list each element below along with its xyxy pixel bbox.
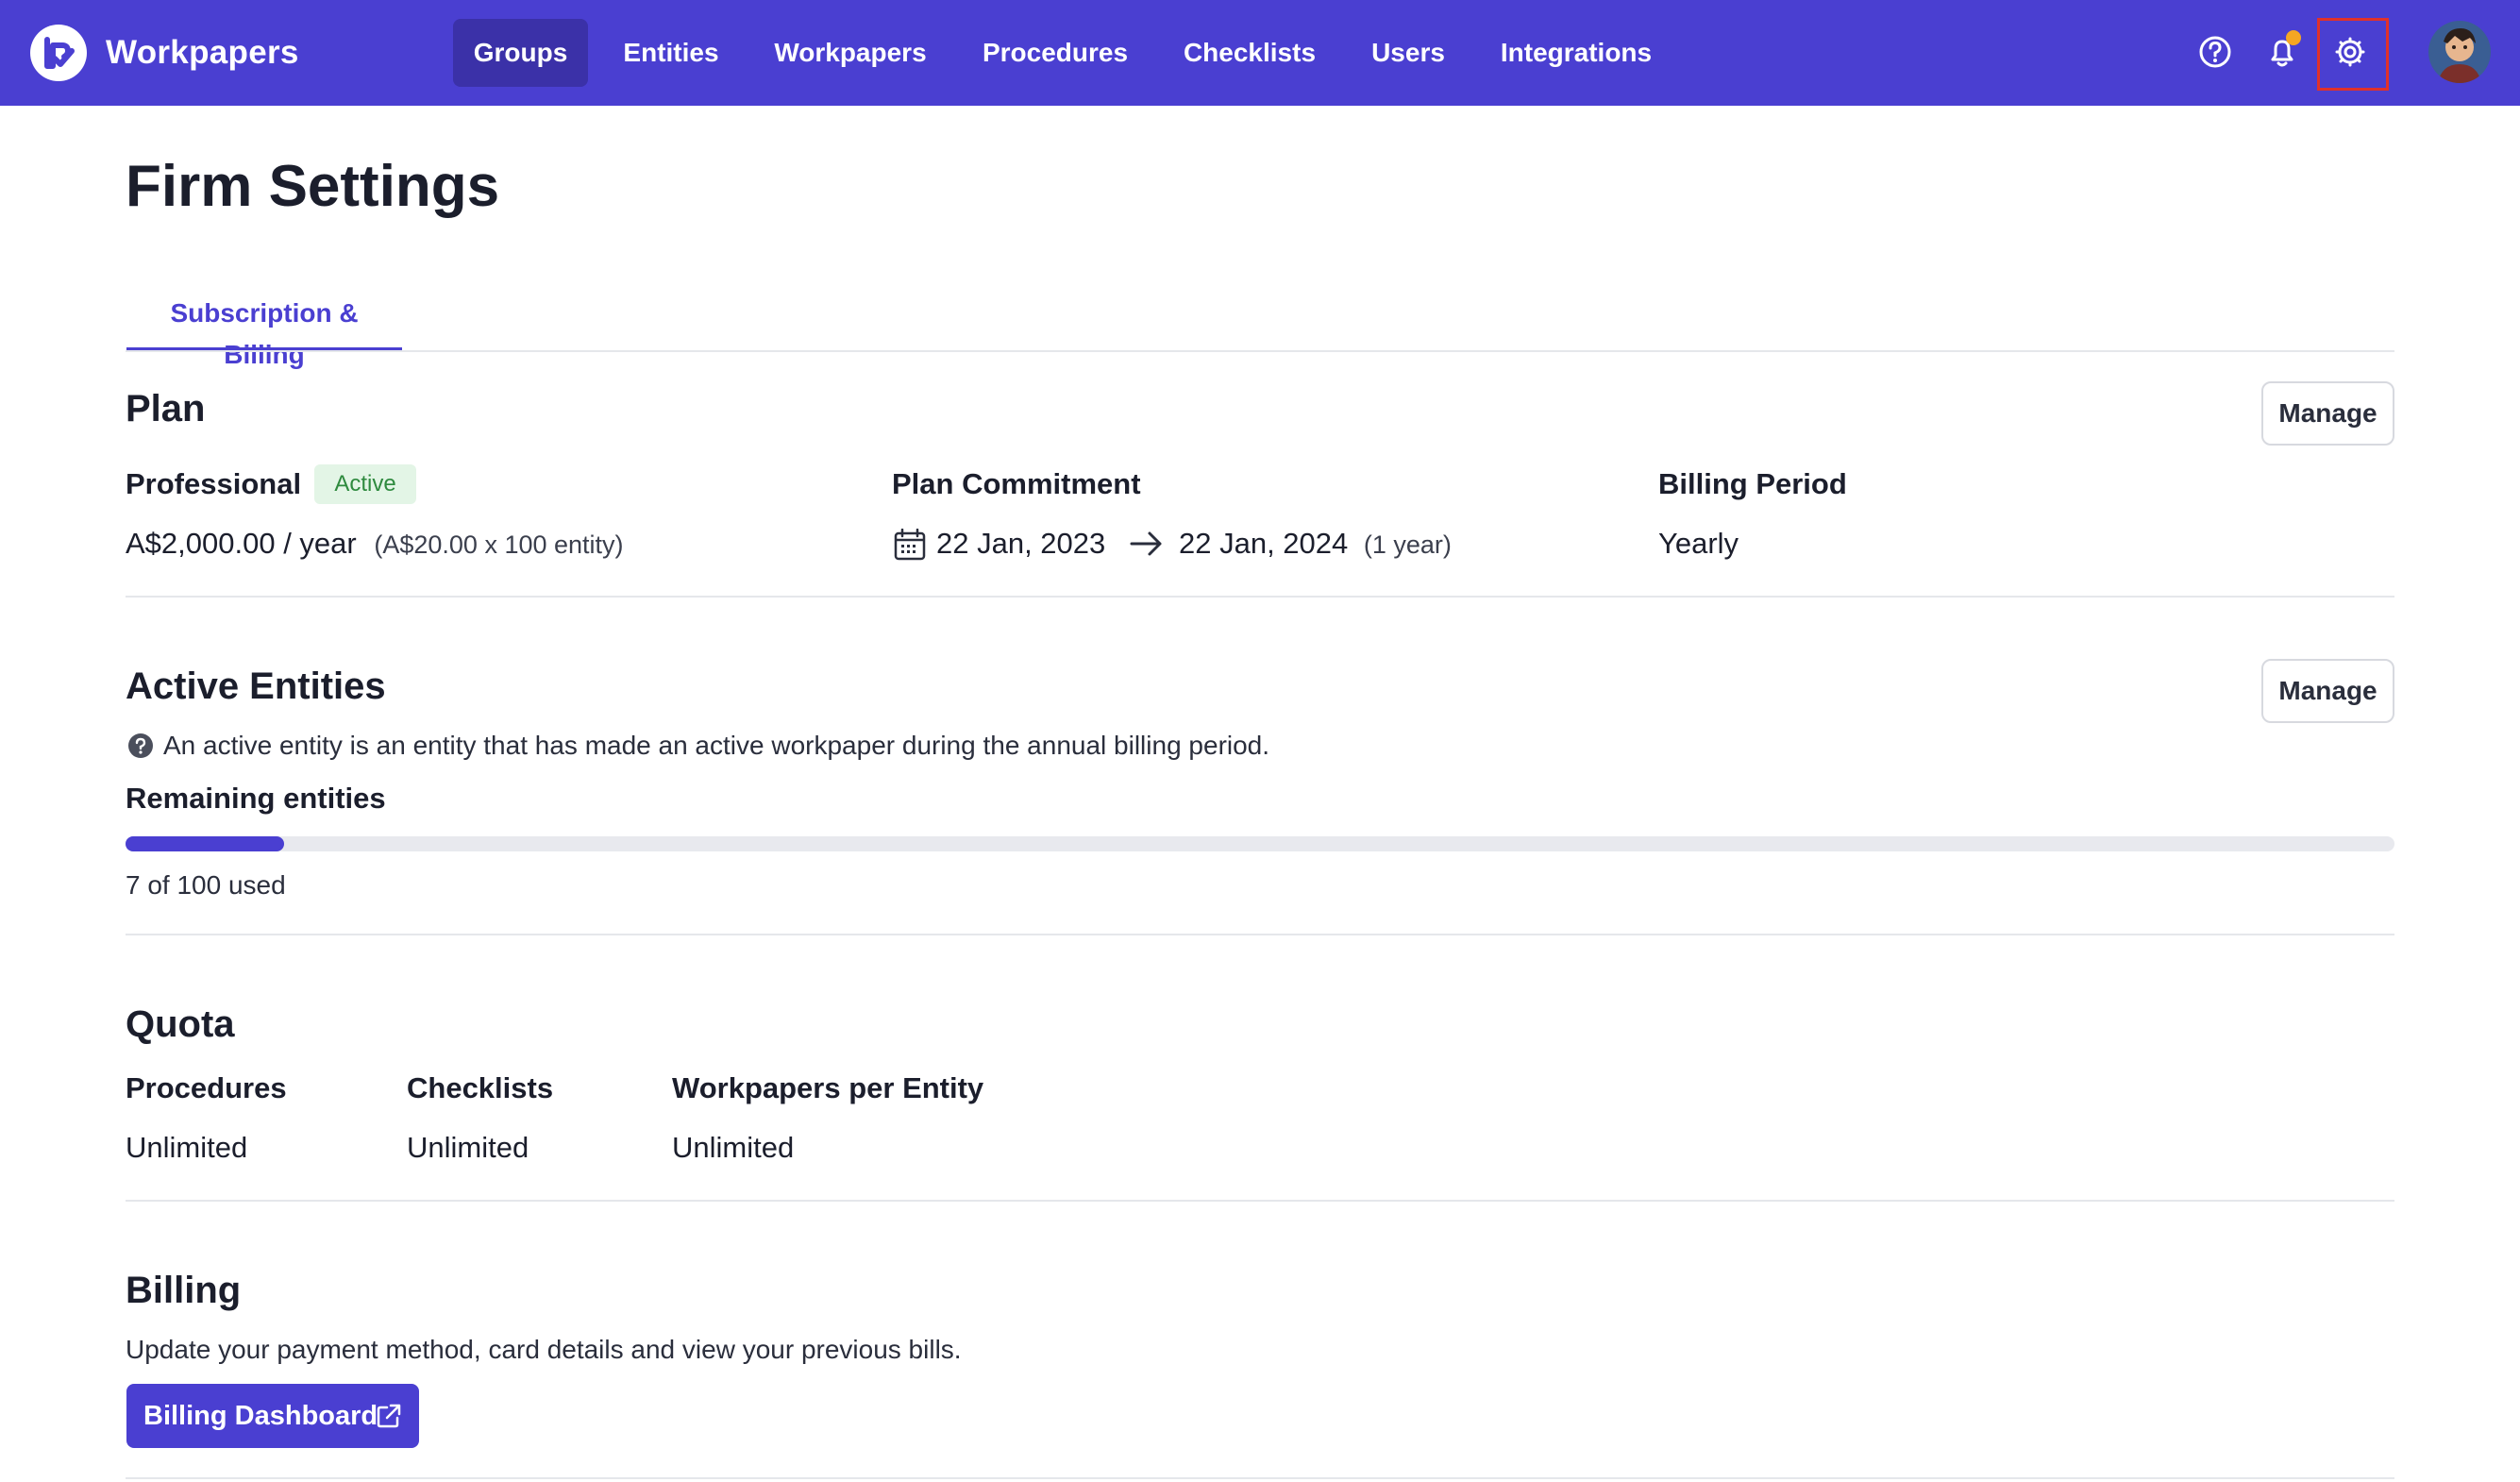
question-circle-icon [128, 733, 153, 758]
billing-title: Billing [126, 1270, 242, 1311]
plan-price-detail: (A$20.00 x 100 entity) [374, 530, 624, 559]
user-avatar[interactable] [2428, 21, 2491, 83]
plan-commitment-start: 22 Jan, 2023 [936, 527, 1106, 560]
entities-usage-text: 7 of 100 used [126, 870, 286, 900]
plan-divider [126, 596, 2394, 598]
quota-title: Quota [126, 1003, 235, 1045]
quota-procedures-value: Unlimited [126, 1131, 248, 1164]
billing-period-value: Yearly [1658, 527, 1739, 560]
billing-dashboard-label: Billing Dashboard [143, 1401, 378, 1431]
active-entities-title: Active Entities [126, 665, 386, 707]
workpapers-logo-icon[interactable] [28, 23, 89, 83]
help-icon[interactable] [2194, 31, 2236, 73]
quota-workpapers-label: Workpapers per Entity [672, 1071, 984, 1104]
nav-groups[interactable]: Groups [453, 19, 588, 87]
plan-manage-button[interactable]: Manage [2261, 381, 2394, 446]
arrow-right-icon [1130, 531, 1162, 556]
billing-divider [126, 1477, 2394, 1479]
quota-checklists-label: Checklists [407, 1071, 554, 1104]
settings-highlight-box [2317, 18, 2389, 91]
active-entity-info: An active entity is an entity that has m… [163, 731, 1270, 760]
quota-divider [126, 1200, 2394, 1202]
active-entities-manage-button[interactable]: Manage [2261, 659, 2394, 723]
tabs-divider [126, 350, 2394, 352]
tab-subscription-billing[interactable]: Subscription & Billing [126, 293, 402, 369]
quota-checklists-value: Unlimited [407, 1131, 529, 1164]
billing-description: Update your payment method, card details… [126, 1335, 962, 1364]
calendar-icon [894, 529, 926, 561]
nav-integrations[interactable]: Integrations [1491, 19, 1661, 87]
nav-procedures[interactable]: Procedures [972, 19, 1138, 87]
entities-divider [126, 934, 2394, 935]
plan-commitment-end-row: 22 Jan, 2024 (1 year) [1179, 525, 1452, 564]
quota-procedures-label: Procedures [126, 1071, 287, 1104]
nav-checklists[interactable]: Checklists [1170, 19, 1329, 87]
plan-commitment-label: Plan Commitment [892, 467, 1141, 500]
plan-commitment-end: 22 Jan, 2024 [1179, 527, 1349, 560]
page-title: Firm Settings [126, 154, 500, 219]
top-nav-bar: Workpapers Groups Entities Workpapers Pr… [0, 0, 2520, 106]
plan-name: Professional [126, 467, 302, 500]
nav-users[interactable]: Users [1359, 19, 1457, 87]
entities-progress-fill [126, 836, 285, 851]
plan-status-badge: Active [314, 464, 416, 504]
plan-section-title: Plan [126, 388, 206, 429]
nav-workpapers[interactable]: Workpapers [761, 19, 940, 87]
quota-workpapers-value: Unlimited [672, 1131, 795, 1164]
entities-progress-bar [126, 836, 2394, 851]
nav-entities[interactable]: Entities [604, 19, 738, 87]
plan-price-row: A$2,000.00 / year (A$20.00 x 100 entity) [126, 525, 624, 564]
external-link-icon [377, 1404, 401, 1428]
billing-period-label: Billing Period [1658, 467, 1847, 500]
brand-name[interactable]: Workpapers [106, 28, 299, 77]
plan-commitment-duration: (1 year) [1363, 530, 1452, 559]
plan-price: A$2,000.00 / year [126, 527, 357, 560]
notification-dot [2286, 30, 2301, 45]
billing-dashboard-button[interactable]: Billing Dashboard [126, 1384, 419, 1448]
remaining-entities-label: Remaining entities [126, 782, 386, 815]
